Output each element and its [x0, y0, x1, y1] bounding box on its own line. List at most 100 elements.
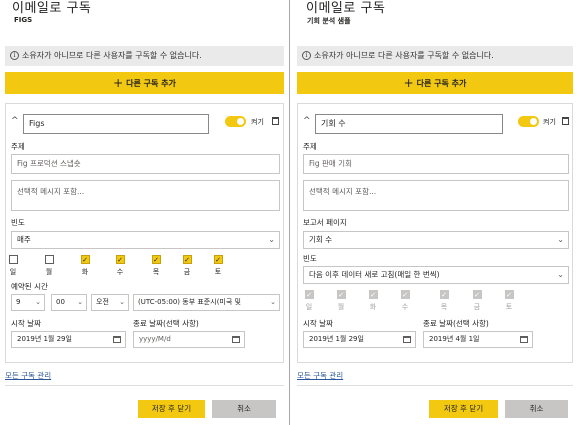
day-checkbox-tue[interactable]: ✓ 화 — [80, 255, 90, 277]
day-label: 토 — [214, 268, 222, 276]
start-date-label: 시작 날짜 — [303, 319, 333, 328]
chevron-down-icon: ⌄ — [557, 235, 564, 244]
day-label: 목 — [440, 303, 448, 311]
checkmark-icon[interactable]: ✓ — [115, 255, 125, 264]
chevron-up-icon[interactable]: ^ — [303, 116, 311, 126]
checkmark-icon[interactable]: ✓ — [80, 255, 90, 264]
day-label: 수 — [116, 268, 124, 276]
day-label: 일 — [305, 303, 313, 311]
add-subscription-label: 다른 구독 추가 — [126, 79, 176, 88]
day-checkbox-sun[interactable]: 일 — [8, 255, 18, 277]
subject-input[interactable]: Fig 프로덕션 스냅숏 — [11, 154, 280, 174]
day-label: 목 — [152, 268, 160, 276]
panel-subtitle: FIGS — [14, 16, 33, 24]
chevron-down-icon: ⌄ — [557, 270, 564, 279]
subject-label: 주제 — [11, 142, 25, 151]
end-date-placeholder: yyyy/M/d — [139, 335, 171, 343]
checkmark-icon: ✓ — [304, 290, 314, 299]
manage-subscriptions-link[interactable]: 모든 구독 관리 — [5, 370, 51, 381]
checkmark-icon: ✓ — [400, 290, 410, 299]
day-label: 토 — [505, 303, 513, 311]
frequency-label: 빈도 — [11, 218, 25, 227]
toggle-knob — [530, 118, 537, 125]
day-label: 금 — [473, 303, 481, 311]
day-checkbox-wed[interactable]: ✓ 수 — [115, 255, 125, 277]
calendar-icon[interactable] — [520, 336, 528, 343]
hour-select[interactable]: 9 ⌄ — [11, 294, 45, 311]
calendar-icon[interactable] — [232, 336, 240, 343]
subscription-name-input[interactable]: 기회 수 — [315, 114, 503, 134]
frequency-select[interactable]: 매주 ⌄ — [11, 231, 280, 249]
day-label: 화 — [369, 303, 377, 311]
panel-subtitle: 기회 분석 샘플 — [307, 17, 351, 25]
toggle-knob — [237, 118, 244, 125]
day-checkbox-thu[interactable]: ✓ 목 — [151, 255, 161, 277]
end-date-value: 2019년 4월 1일 — [429, 335, 480, 343]
day-checkbox-thu: ✓ 목 — [439, 290, 449, 312]
panel-title: 이메일로 구독 — [306, 1, 386, 16]
cancel-button[interactable]: 취소 — [212, 400, 276, 418]
report-page-value: 기회 수 — [309, 235, 333, 244]
day-checkbox-sat[interactable]: ✓ 토 — [213, 255, 223, 277]
trash-icon[interactable] — [272, 117, 279, 125]
report-page-select[interactable]: 기회 수 ⌄ — [303, 231, 569, 249]
subscription-name-input[interactable]: Figs — [23, 114, 209, 134]
end-date-input[interactable]: 2019년 4월 1일 — [423, 331, 533, 348]
start-date-input[interactable]: 2019년 1월 29일 — [11, 331, 126, 348]
save-and-close-button[interactable]: 저장 후 닫기 — [429, 400, 498, 418]
panel-title: 이메일로 구독 — [12, 1, 92, 16]
checkmark-icon: ✓ — [368, 290, 378, 299]
subscription-card: ^ Figs 켜기 주제 Fig 프로덕션 스냅숏 선택적 메시지 포함... … — [5, 103, 284, 363]
day-checkbox-mon: ✓ 월 — [336, 290, 346, 312]
message-textarea[interactable]: 선택적 메시지 포함... — [11, 180, 280, 211]
checkbox[interactable] — [8, 255, 18, 264]
info-icon: i — [302, 51, 311, 60]
frequency-select[interactable]: 다음 이후 데이터 새로 고침(매일 한 번씩) ⌄ — [303, 266, 569, 284]
day-checkbox-mon[interactable]: 월 — [44, 255, 54, 277]
toggle-label: 켜기 — [251, 118, 264, 126]
start-date-label: 시작 날짜 — [11, 319, 41, 328]
add-subscription-button[interactable]: + 다른 구독 추가 — [5, 72, 284, 94]
checkmark-icon: ✓ — [439, 290, 449, 299]
chevron-down-icon: ⌄ — [268, 235, 275, 244]
subject-input[interactable]: Fig 판매 기회 — [303, 154, 569, 174]
info-message: 소유자가 아니므로 다른 사용자를 구독할 수 없습니다. — [22, 51, 202, 60]
subscription-toggle[interactable] — [225, 116, 246, 127]
checkmark-icon[interactable]: ✓ — [182, 255, 192, 264]
day-label: 금 — [183, 268, 191, 276]
chevron-down-icon: ⌄ — [119, 298, 125, 306]
checkbox[interactable] — [44, 255, 54, 264]
chevron-up-icon[interactable]: ^ — [11, 116, 19, 126]
start-date-value: 2019년 1월 29일 — [17, 335, 72, 343]
start-date-input[interactable]: 2019년 1월 29일 — [303, 331, 416, 348]
end-date-input[interactable]: yyyy/M/d — [133, 331, 245, 348]
chevron-down-icon: ⌄ — [77, 298, 83, 306]
hour-value: 9 — [16, 298, 21, 306]
timezone-value: (UTC-05:00) 동부 표준시(미국 및 — [138, 298, 241, 306]
chevron-down-icon: ⌄ — [35, 298, 41, 306]
subscription-toggle[interactable] — [518, 116, 539, 127]
calendar-icon[interactable] — [113, 336, 121, 343]
day-checkbox-sun: ✓ 일 — [304, 290, 314, 312]
checkmark-icon: ✓ — [336, 290, 346, 299]
minute-select[interactable]: 00 ⌄ — [51, 294, 87, 311]
calendar-icon[interactable] — [403, 336, 411, 343]
trash-icon[interactable] — [562, 117, 569, 125]
day-checkbox-fri[interactable]: ✓ 금 — [182, 255, 192, 277]
timezone-select[interactable]: (UTC-05:00) 동부 표준시(미국 및 ⌄ — [133, 294, 280, 311]
save-and-close-button[interactable]: 저장 후 닫기 — [138, 400, 205, 418]
day-checkbox-sat: ✓ 토 — [504, 290, 514, 312]
add-subscription-button[interactable]: + 다른 구독 추가 — [297, 72, 573, 94]
ampm-select[interactable]: 오전 ⌄ — [91, 294, 129, 311]
chevron-down-icon: ⌄ — [270, 298, 276, 306]
day-label: 일 — [9, 268, 17, 276]
day-checkbox-tue: ✓ 화 — [368, 290, 378, 312]
message-textarea[interactable]: 선택적 메시지 포함... — [303, 180, 569, 211]
cancel-button[interactable]: 취소 — [505, 400, 568, 418]
subscribe-panel-left: 이메일로 구독 FIGS i 소유자가 아니므로 다른 사용자를 구독할 수 없습… — [0, 0, 289, 425]
checkmark-icon[interactable]: ✓ — [213, 255, 223, 264]
checkmark-icon[interactable]: ✓ — [151, 255, 161, 264]
add-subscription-label: 다른 구독 추가 — [416, 79, 467, 88]
manage-subscriptions-link[interactable]: 모든 구독 관리 — [297, 370, 343, 381]
day-checkbox-fri: ✓ 금 — [472, 290, 482, 312]
